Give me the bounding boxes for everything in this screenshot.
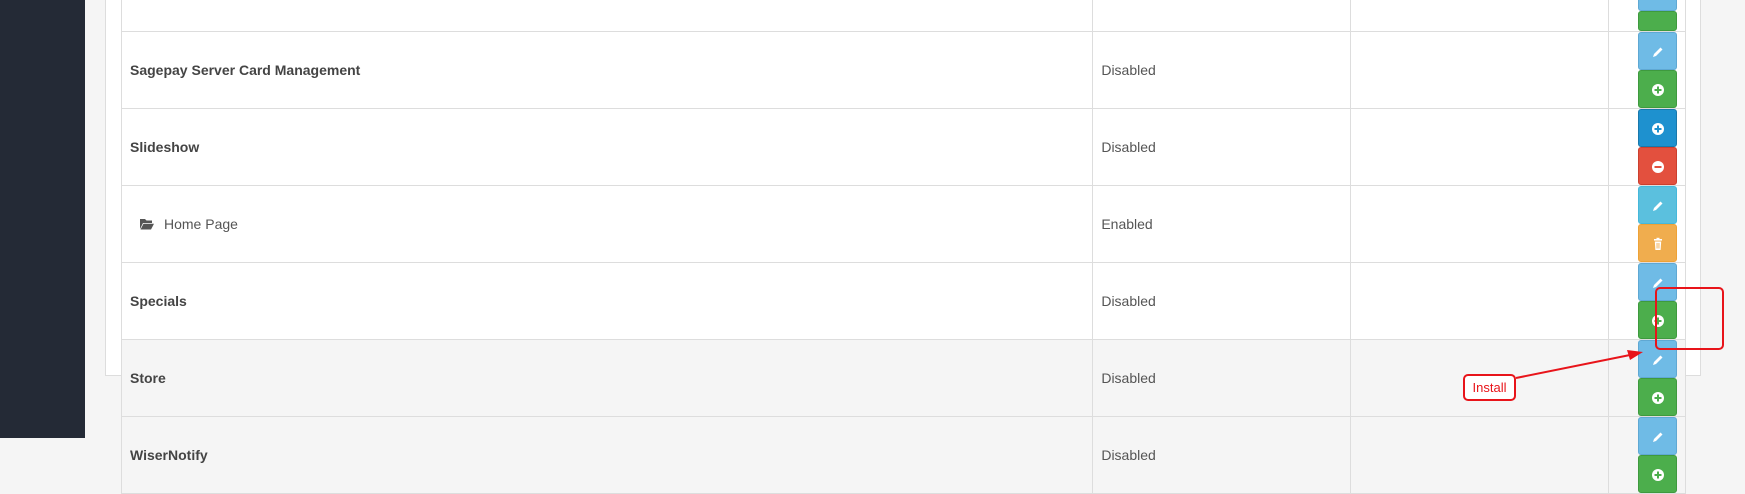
table-row: Store Disabled <box>120 339 1687 417</box>
pencil-icon <box>1653 432 1663 442</box>
install-button[interactable] <box>1638 70 1677 108</box>
extension-status: Disabled <box>1092 416 1352 494</box>
table-row: Slideshow Disabled <box>120 108 1687 186</box>
extension-status: Disabled <box>1092 339 1352 417</box>
edit-button[interactable] <box>1638 417 1677 455</box>
module-name: Home Page <box>164 216 238 232</box>
annotation-highlight-box <box>1655 287 1724 350</box>
extension-name: WiserNotify <box>120 416 1094 494</box>
annotation-label: Install <box>1463 374 1516 401</box>
install-button[interactable] <box>1638 11 1677 31</box>
folder-open-icon <box>140 219 154 230</box>
edit-button[interactable] <box>1638 0 1677 11</box>
plus-circle-icon <box>1652 392 1664 404</box>
table-row: Home Page Enabled <box>120 185 1687 263</box>
trash-icon <box>1654 237 1662 250</box>
delete-button[interactable] <box>1638 224 1677 262</box>
extension-name: Specials <box>120 262 1094 340</box>
plus-circle-icon <box>1652 123 1664 135</box>
install-button[interactable] <box>1638 378 1677 416</box>
extension-name-cell <box>120 0 1094 32</box>
edit-button[interactable] <box>1638 32 1677 70</box>
install-button[interactable] <box>1638 455 1677 493</box>
install-button[interactable] <box>1638 109 1677 147</box>
module-status: Enabled <box>1092 185 1352 263</box>
extension-name: Store <box>120 339 1094 417</box>
table-row <box>120 0 1687 32</box>
plus-circle-icon <box>1652 84 1664 96</box>
edit-button[interactable] <box>1638 186 1677 224</box>
module-name-cell: Home Page <box>120 185 1094 263</box>
table-row: Sagepay Server Card Management Disabled <box>120 31 1687 109</box>
pencil-icon <box>1653 201 1663 211</box>
extension-name: Sagepay Server Card Management <box>120 31 1094 109</box>
pencil-icon <box>1653 355 1663 365</box>
extension-name: Slideshow <box>120 108 1094 186</box>
minus-circle-icon <box>1652 161 1664 173</box>
uninstall-button[interactable] <box>1638 147 1677 185</box>
plus-circle-icon <box>1652 469 1664 481</box>
table-row: WiserNotify Disabled <box>120 416 1687 494</box>
pencil-icon <box>1653 47 1663 57</box>
extension-status: Disabled <box>1092 262 1352 340</box>
extension-status: Disabled <box>1092 31 1352 109</box>
extension-status: Disabled <box>1092 108 1352 186</box>
table-row: Specials Disabled <box>120 262 1687 340</box>
left-sidebar <box>0 0 85 438</box>
extensions-table: Sagepay Server Card Management Disabled … <box>120 0 1687 494</box>
